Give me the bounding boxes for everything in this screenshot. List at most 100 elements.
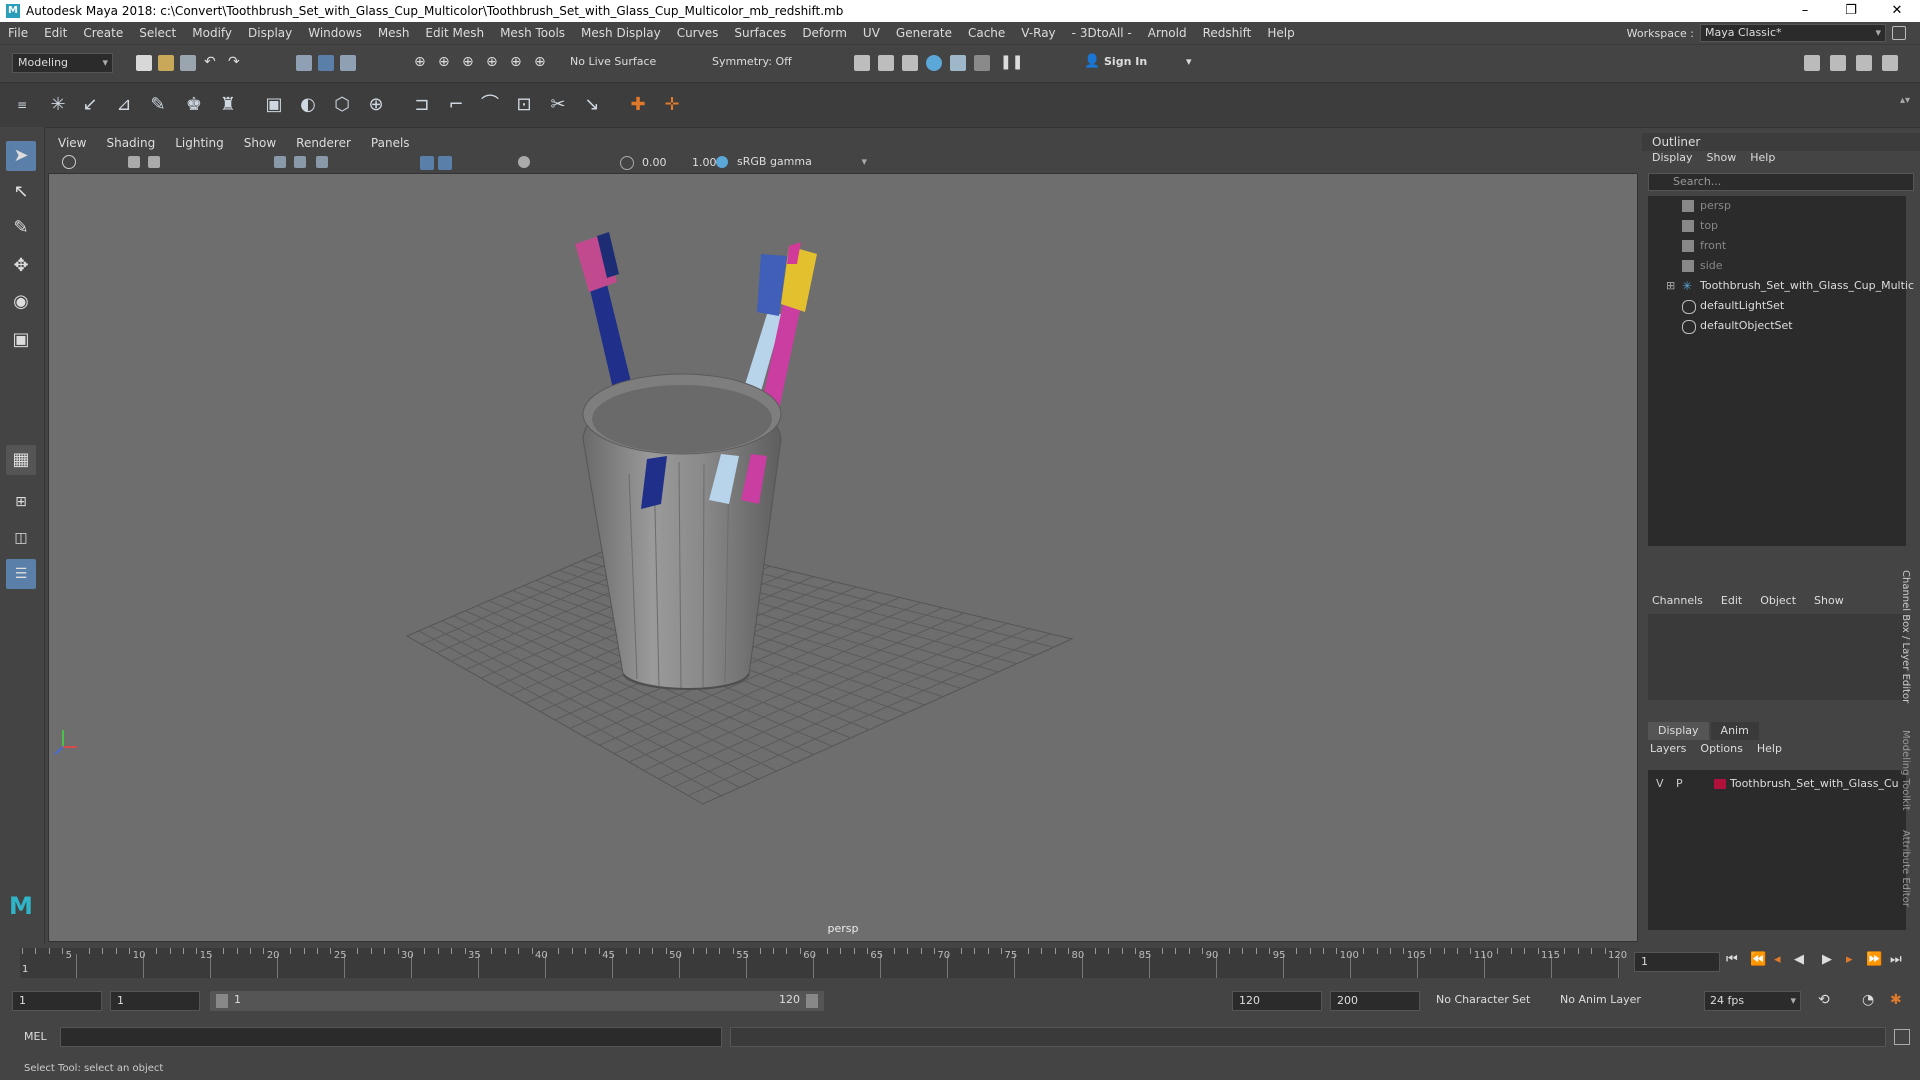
create-joint-icon[interactable]: ♜ [216,93,240,117]
channels-menu-channels[interactable]: Channels [1652,594,1703,607]
camera-attributes-icon[interactable] [128,156,140,168]
menu-3dtoall[interactable]: - 3DtoAll - [1064,26,1140,40]
select-by-hierarchy-icon[interactable] [296,55,312,71]
menu-surfaces[interactable]: Surfaces [726,26,794,40]
lasso-tool-icon[interactable]: ↖ [6,177,36,207]
perspective-viewport[interactable]: persp [48,173,1638,942]
menu-arnold[interactable]: Arnold [1140,26,1195,40]
menu-generate[interactable]: Generate [888,26,960,40]
modeling-toolkit-toggle-icon[interactable] [1804,55,1820,71]
layer-row[interactable]: V P Toothbrush_Set_with_Glass_Cu [1648,774,1906,794]
two-view-layout-icon[interactable]: ◫ [6,523,36,553]
undo-icon[interactable]: ↶ [204,53,216,71]
four-view-layout-icon[interactable]: ⊞ [6,487,36,517]
minimize-button[interactable]: – [1782,0,1828,22]
layers-menu-layers[interactable]: Layers [1650,742,1686,755]
channel-box-area[interactable] [1648,614,1906,700]
maximize-button[interactable]: ❐ [1828,0,1874,22]
menu-mesh-tools[interactable]: Mesh Tools [492,26,573,40]
menu-uv[interactable]: UV [855,26,888,40]
snap-curve-icon[interactable]: ⊕ [438,53,450,71]
new-scene-icon[interactable] [136,55,152,71]
render-view-icon[interactable] [950,55,966,71]
animation-end-field[interactable]: 200 [1330,991,1420,1011]
color-space-dropdown[interactable]: sRGB gamma [732,153,871,171]
layer-list[interactable]: V P Toothbrush_Set_with_Glass_Cu [1648,770,1906,930]
channels-menu-object[interactable]: Object [1760,594,1796,607]
redo-icon[interactable]: ↷ [228,53,240,71]
viewport-menu-renderer[interactable]: Renderer [286,136,361,150]
animation-start-field[interactable]: 1 [12,991,102,1011]
exposure-field[interactable]: 0.00 [642,154,667,172]
viewport-menu-view[interactable]: View [48,136,96,150]
menu-deform[interactable]: Deform [794,26,855,40]
menu-display[interactable]: Display [240,26,300,40]
symmetry-dropdown[interactable]: Symmetry: Off [712,53,792,71]
live-surface-field[interactable]: No Live Surface [570,53,656,71]
resolution-gate-icon[interactable] [316,156,328,168]
extrude-icon[interactable]: ⊐ [410,93,434,117]
layers-menu-help[interactable]: Help [1757,742,1782,755]
sign-in-button[interactable]: Sign In [1104,53,1147,71]
polygon-torus-icon[interactable]: ⊕ [364,93,388,117]
auto-key-icon[interactable]: ◔ [1862,992,1874,1008]
scale-tool-icon[interactable]: ▣ [6,325,36,355]
menu-vray[interactable]: V-Ray [1013,26,1063,40]
exposure-icon[interactable] [620,156,634,170]
range-slider[interactable]: 1 120 [210,991,824,1011]
workspace-dropdown[interactable]: Maya Classic* [1700,24,1886,42]
mode-dropdown[interactable]: Modeling [12,53,113,73]
render-current-frame-icon[interactable] [854,55,870,71]
single-perspective-layout-icon[interactable]: ▦ [6,445,36,475]
playback-start-field[interactable]: 1 [110,991,200,1011]
bridge-icon[interactable]: ⌒ [478,93,502,117]
offset-edge-loop-icon[interactable]: ✛ [660,93,684,117]
film-gate-icon[interactable] [294,156,306,168]
layer-visibility-toggle[interactable]: V [1656,774,1664,794]
anim-layer-dropdown[interactable]: No Anim Layer [1560,993,1641,1006]
channels-menu-show[interactable]: Show [1814,594,1844,607]
merge-icon[interactable]: ⊡ [512,93,536,117]
pause-icon[interactable]: ❚❚ [1000,53,1023,71]
smooth-shade-icon[interactable] [438,156,452,170]
side-tab-channel-box[interactable]: Channel Box / Layer Editor [1900,570,1911,703]
animation-preferences-icon[interactable]: ✱ [1890,992,1902,1008]
snap-point-icon[interactable]: ⊕ [462,53,474,71]
outliner-item-default-object-set[interactable]: defaultObjectSet [1648,316,1906,336]
snap-grid-icon[interactable]: ⊕ [414,53,426,71]
menu-select[interactable]: Select [131,26,184,40]
time-slider[interactable]: 5 10 15 20 25 30 35 40 45 50 55 60 65 70 75 80 85 90 95 100… [0,944,1920,980]
menu-help[interactable]: Help [1259,26,1302,40]
go-to-start-icon[interactable]: ⏮ [1726,952,1738,967]
polygon-cube-icon[interactable]: ▣ [262,93,286,117]
quick-rig-icon[interactable]: ♚ [182,93,206,117]
shelf-scroll-icon[interactable]: ▴▾ [1900,95,1910,106]
range-slider-end-handle[interactable] [806,994,818,1008]
step-back-frame-icon[interactable]: ◂ [1774,952,1781,967]
playback-end-field[interactable]: 120 [1232,991,1322,1011]
menu-curves[interactable]: Curves [669,26,727,40]
step-back-key-icon[interactable]: ⏪ [1750,952,1766,967]
multi-cut-icon[interactable]: ✂ [546,93,570,117]
menu-edit-mesh[interactable]: Edit Mesh [417,26,492,40]
xray-icon[interactable] [518,156,530,168]
bevel-icon[interactable]: ⌐ [444,93,468,117]
expand-plus-icon[interactable]: ⊞ [1666,276,1675,296]
save-scene-icon[interactable] [180,55,196,71]
select-tool-icon[interactable]: ➤ [6,141,36,171]
render-settings-icon[interactable] [902,55,918,71]
loop-icon[interactable]: ⟲ [1818,992,1830,1008]
menu-redshift[interactable]: Redshift [1195,26,1260,40]
command-input[interactable] [60,1027,722,1047]
create-bezier-curve-icon[interactable]: ✎ [146,93,170,117]
viewport-menu-lighting[interactable]: Lighting [165,136,234,150]
outliner-menu-help[interactable]: Help [1750,151,1775,169]
current-frame-field[interactable]: 1 [1634,952,1720,972]
wireframe-icon[interactable] [420,156,434,170]
select-by-object-icon[interactable] [318,55,334,71]
timeline-ruler[interactable]: 5 10 15 20 25 30 35 40 45 50 55 60 65 70 75 80 85 90 95 100… [20,948,1627,978]
lock-icon[interactable] [1892,26,1906,40]
sign-in-chevron-down-icon[interactable]: ▾ [1186,53,1192,71]
outliner-item-toothbrush-group[interactable]: ⊞ ✳ Toothbrush_Set_with_Glass_Cup_Multic [1648,276,1914,296]
viewport-menu-panels[interactable]: Panels [361,136,420,150]
